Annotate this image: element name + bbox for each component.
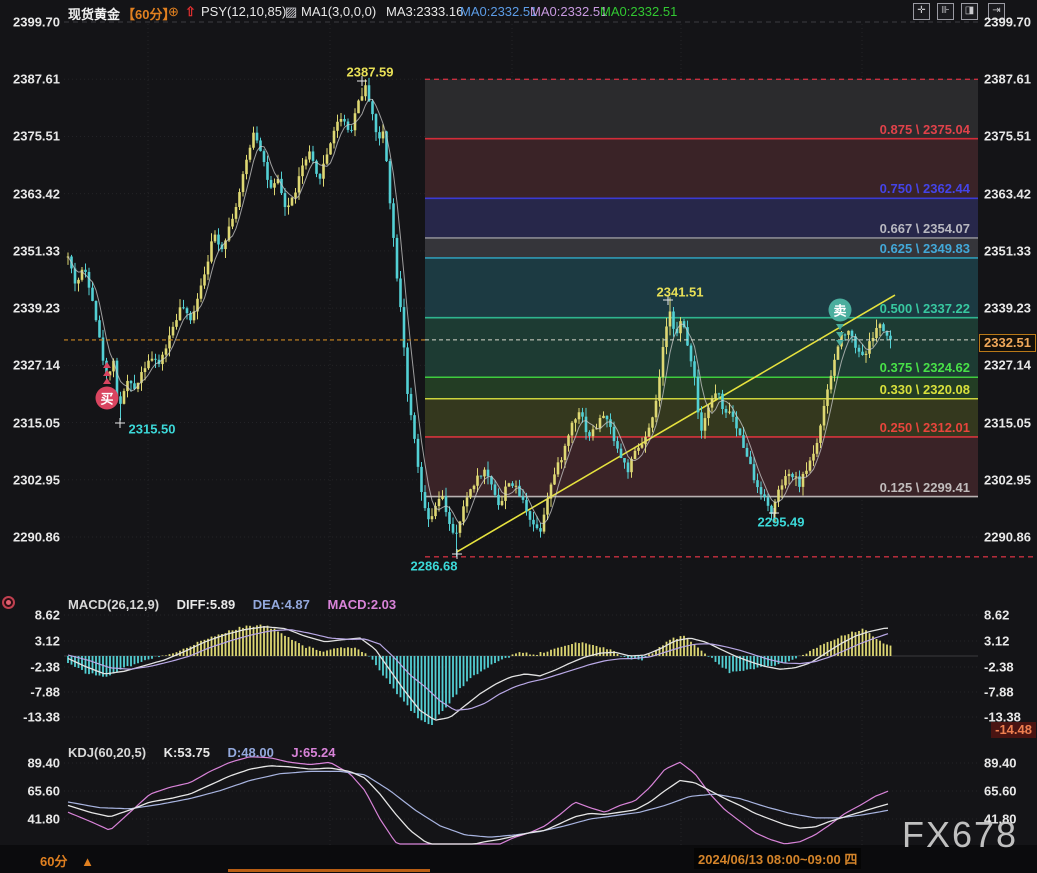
crosshair-time-tooltip: 2024/06/13 08:00~09:00 四 [694, 848, 861, 869]
macd-axis-left-tick: -13.38 [0, 710, 60, 725]
timeframe-selector[interactable]: 60分 ▲ [40, 851, 94, 870]
kdj-axis-right-tick: 89.40 [984, 756, 1017, 771]
chart-type-icon[interactable]: ▨ [285, 4, 297, 20]
indicator-window-icon[interactable]: ◨ [961, 3, 978, 20]
timeframe-text: 60分 [40, 854, 67, 869]
fib-level-label: 0.667 \ 2354.07 [880, 221, 970, 236]
macd-diff-value: DIFF:5.89 [177, 597, 236, 612]
macd-axis-right-tick: -7.88 [984, 685, 1014, 700]
kdj-header: KDJ(60,20,5) K:53.75 D:48.00 J:65.24 [68, 745, 350, 760]
kdj-d-value: D:48.00 [228, 745, 274, 760]
macd-header: MACD(26,12,9) DIFF:5.89 DEA:4.87 MACD:2.… [68, 597, 410, 612]
price-axis-left-tick: 2387.61 [0, 72, 60, 87]
fib-level-label: 0.250 \ 2312.01 [880, 420, 970, 435]
symbol-title: 现货黄金 [68, 4, 120, 23]
sell-arrow-icon [836, 340, 844, 346]
price-annotation: 2341.51 [657, 285, 704, 300]
macd-axis-right-tick: -2.38 [984, 660, 1014, 675]
macd-axis-right-tick: 3.12 [984, 634, 1009, 649]
price-axis-right-tick: 2290.86 [984, 530, 1031, 545]
crosshair-tool-icon[interactable]: ✛ [913, 3, 930, 20]
psy-indicator-label[interactable]: PSY(12,10,85) [201, 4, 286, 19]
sell-marker[interactable]: 卖 [829, 299, 852, 322]
kdj-axis-left-tick: 65.60 [0, 784, 60, 799]
macd-title[interactable]: MACD(26,12,9) [68, 597, 159, 612]
current-price-badge: 2332.51 [979, 334, 1036, 352]
price-annotation: 2295.49 [758, 515, 805, 530]
price-axis-left-tick: 2351.33 [0, 243, 60, 258]
price-axis-right-tick: 2387.61 [984, 72, 1031, 87]
macd-axis-left-tick: -7.88 [0, 685, 60, 700]
trading-chart-window: 现货黄金 【60分】 ⊕ ⇧ PSY(12,10,85) ▨ MA1(3,0,0… [0, 0, 1037, 873]
price-annotation: 2387.59 [347, 65, 394, 80]
kdj-axis-left-tick: 89.40 [0, 756, 60, 771]
fib-level-label: 0.500 \ 2337.22 [880, 301, 970, 316]
price-axis-left-tick: 2399.70 [0, 15, 60, 30]
fib-level-label: 0.375 \ 2324.62 [880, 360, 970, 375]
macd-axis-right-tick: 8.62 [984, 608, 1009, 623]
fib-level-label: 0.330 \ 2320.08 [880, 382, 970, 397]
ma1-label[interactable]: MA1(3,0,0,0) [301, 4, 376, 19]
macd-axis-left-tick: 8.62 [0, 608, 60, 623]
price-axis-right-tick: 2327.14 [984, 358, 1031, 373]
kdj-title[interactable]: KDJ(60,20,5) [68, 745, 146, 760]
buy-arrow-icon [103, 378, 111, 384]
kdj-axis-right-tick: 65.60 [984, 784, 1017, 799]
macd-min-badge: -14.48 [991, 722, 1036, 738]
price-axis-left-tick: 2363.42 [0, 186, 60, 201]
alert-dot-icon[interactable] [2, 596, 15, 609]
fib-level-label: 0.625 \ 2349.83 [880, 241, 970, 256]
price-annotation: 2315.50 [129, 422, 176, 437]
macd-dea-value: DEA:4.87 [253, 597, 310, 612]
kdj-k-value: K:53.75 [164, 745, 210, 760]
price-axis-left-tick: 2375.51 [0, 129, 60, 144]
sell-arrow-icon [836, 324, 844, 330]
range-scrollbar[interactable] [228, 869, 430, 872]
timeframe-up-arrow-icon[interactable]: ▲ [81, 854, 94, 869]
fib-level-label: 0.875 \ 2375.04 [880, 122, 970, 137]
fx678-watermark: FX678 [902, 814, 1018, 856]
ma0-value: MA0:2332.51 [460, 4, 537, 19]
ma3-label: MA3:2333.16 [386, 4, 463, 19]
ma0-value: MA0:2332.51 [600, 4, 677, 19]
kdj-j-value: J:65.24 [291, 745, 335, 760]
price-axis-right-tick: 2315.05 [984, 415, 1031, 430]
price-axis-right-tick: 2363.42 [984, 186, 1031, 201]
buy-arrow-icon [103, 362, 111, 368]
price-axis-left-tick: 2315.05 [0, 415, 60, 430]
price-annotation: 2286.68 [411, 559, 458, 574]
fib-level-label: 0.125 \ 2299.41 [880, 480, 970, 495]
buy-marker[interactable]: 买 [96, 387, 119, 410]
price-axis-left-tick: 2339.23 [0, 301, 60, 316]
macd-macd-value: MACD:2.03 [328, 597, 397, 612]
price-axis-right-tick: 2375.51 [984, 129, 1031, 144]
macd-axis-left-tick: 3.12 [0, 634, 60, 649]
sell-arrow-icon [836, 332, 844, 338]
kdj-axis-left-tick: 41.80 [0, 812, 60, 827]
time-axis-bar [0, 845, 1037, 873]
price-axis-right-tick: 2339.23 [984, 301, 1031, 316]
fib-level-label: 0.750 \ 2362.44 [880, 181, 970, 196]
price-axis-left-tick: 2290.86 [0, 530, 60, 545]
price-axis-left-tick: 2302.95 [0, 472, 60, 487]
ma0-value: MA0:2332.51 [530, 4, 607, 19]
macd-axis-left-tick: -2.38 [0, 660, 60, 675]
price-axis-right-tick: 2399.70 [984, 15, 1031, 30]
buy-arrow-icon [103, 370, 111, 376]
link-icon[interactable]: ⊕ [168, 4, 179, 20]
chart-window-icon[interactable]: ⊪ [937, 3, 954, 20]
up-arrow-icon: ⇧ [185, 4, 196, 20]
price-axis-right-tick: 2302.95 [984, 472, 1031, 487]
price-axis-left-tick: 2327.14 [0, 358, 60, 373]
price-axis-right-tick: 2351.33 [984, 243, 1031, 258]
